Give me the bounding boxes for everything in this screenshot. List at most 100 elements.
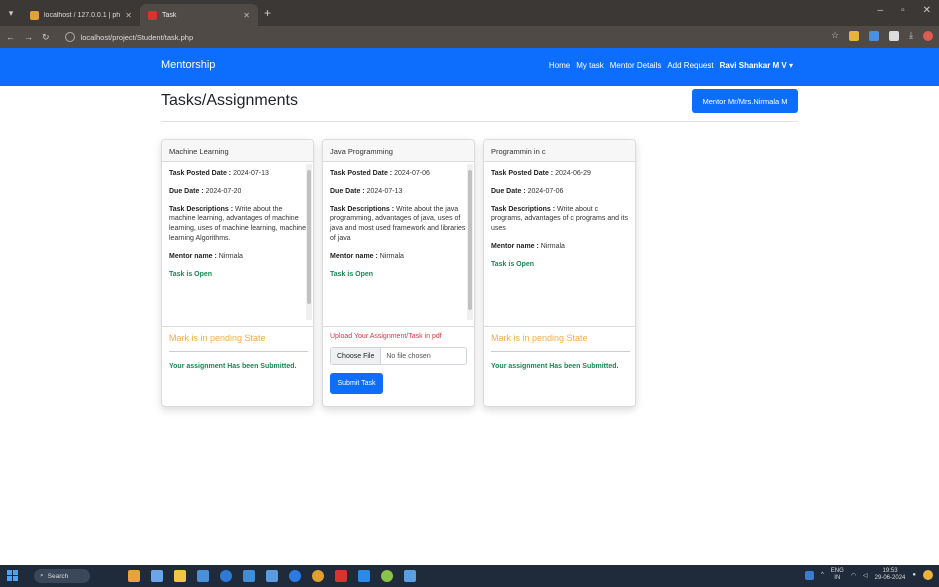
- new-tab-icon[interactable]: +: [264, 6, 271, 20]
- minimize-icon[interactable]: –: [878, 5, 884, 16]
- volume-icon[interactable]: ◁: [863, 572, 868, 579]
- profile-icon[interactable]: [923, 30, 933, 41]
- language-indicator[interactable]: ENG IN: [831, 568, 844, 582]
- user-menu[interactable]: Ravi Shankar M V ▾: [720, 61, 793, 70]
- extension-icon[interactable]: [849, 30, 860, 41]
- browser-tab-task[interactable]: Task ✕: [140, 4, 258, 26]
- nav-links: Home My task Mentor Details Add Request …: [549, 61, 793, 70]
- due-label: Due Date :: [169, 187, 204, 195]
- restore-icon[interactable]: ▫: [901, 5, 905, 16]
- card-body[interactable]: Task Posted Date : 2024-07-13 Due Date :…: [162, 162, 313, 324]
- search-label: Search: [47, 572, 69, 580]
- app-icon[interactable]: [197, 570, 209, 582]
- posted-date: 2024-06-29: [555, 170, 591, 177]
- task-status: Task is Open: [491, 260, 535, 268]
- page-title: Tasks/Assignments: [161, 92, 298, 109]
- app-icon[interactable]: [151, 570, 163, 582]
- tab-title: localhost / 127.0.0.1 | phpMyA: [44, 11, 121, 19]
- app-icon[interactable]: [335, 570, 347, 582]
- app-icon[interactable]: [404, 570, 416, 582]
- mentor-button[interactable]: Mentor Mr/Mrs.Nirmala M: [692, 89, 798, 113]
- reload-icon[interactable]: ↻: [42, 32, 50, 43]
- file-name-text: No file chosen: [386, 352, 431, 360]
- chevron-up-icon[interactable]: ^: [821, 572, 824, 578]
- browser-tab-bar: ▾ localhost / 127.0.0.1 | phpMyA ✕ Task …: [0, 0, 939, 26]
- extension-icon[interactable]: [889, 30, 900, 41]
- windows-start-icon[interactable]: [7, 570, 19, 582]
- user-name: Ravi Shankar M V: [719, 61, 787, 70]
- nav-add-request[interactable]: Add Request: [667, 61, 713, 70]
- due-date: 2024-07-20: [205, 187, 242, 195]
- close-icon[interactable]: ✕: [243, 11, 250, 20]
- system-tray: ^ ENG IN ◠ ◁ 19:53 29-06-2024 ●: [804, 568, 933, 582]
- tab-title: Task: [162, 11, 177, 19]
- site-info-icon[interactable]: [64, 32, 75, 42]
- url-field[interactable]: localhost/project/Student/task.php: [59, 28, 819, 46]
- file-input[interactable]: Choose File No file chosen: [330, 347, 467, 365]
- posted-date: 2024-07-13: [233, 170, 269, 177]
- tab-search-icon[interactable]: ▾: [0, 0, 22, 26]
- lang-text: ENG: [830, 568, 844, 574]
- vscode-icon[interactable]: [358, 570, 370, 582]
- mentor-label: Mentor name :: [491, 242, 539, 250]
- task-favicon-icon: [148, 10, 157, 20]
- submit-task-button[interactable]: Submit Task: [330, 373, 383, 394]
- store-icon[interactable]: [243, 570, 255, 582]
- forward-icon[interactable]: →: [24, 32, 33, 42]
- extension-icons: ☆ ⤓: [831, 30, 933, 41]
- app-icon[interactable]: [289, 570, 301, 582]
- close-icon[interactable]: ✕: [125, 11, 132, 20]
- app-icon[interactable]: [381, 570, 393, 582]
- posted-label: Task Posted Date :: [330, 170, 393, 177]
- notification-icon[interactable]: ●: [912, 572, 916, 578]
- taskbar-apps: [128, 570, 416, 582]
- close-window-icon[interactable]: ✕: [923, 5, 931, 16]
- nav-my-task[interactable]: My task: [576, 61, 604, 70]
- chrome-icon[interactable]: [312, 570, 324, 582]
- scrollbar-thumb[interactable]: [468, 170, 472, 310]
- card-body[interactable]: Task Posted Date : 2024-07-06 Due Date :…: [323, 162, 474, 324]
- choose-file-button[interactable]: Choose File: [331, 348, 382, 364]
- taskbar-search[interactable]: ⌕ Search: [34, 569, 90, 583]
- download-icon[interactable]: ⤓: [909, 30, 913, 41]
- mark-status: Mark is in pending State: [169, 333, 266, 343]
- card-body: Task Posted Date : 2024-06-29 Due Date :…: [484, 162, 635, 324]
- app-icon[interactable]: [266, 570, 278, 582]
- back-icon[interactable]: ←: [6, 32, 15, 42]
- scrollbar[interactable]: [306, 164, 312, 320]
- scrollbar-thumb[interactable]: [307, 170, 311, 304]
- mentor-name: Nirmala: [218, 252, 243, 260]
- browser-tab-phpmyadmin[interactable]: localhost / 127.0.0.1 | phpMyA ✕: [22, 4, 140, 26]
- submission-status: Your assignment Has been Submitted.: [169, 363, 297, 370]
- bookmark-star-icon[interactable]: ☆: [831, 30, 839, 41]
- task-card-machine-learning: Machine Learning Task Posted Date : 2024…: [161, 139, 314, 407]
- phpmyadmin-favicon-icon: [30, 10, 39, 20]
- card-footer: Mark is in pending State Your assignment…: [162, 326, 313, 406]
- submission-status: Your assignment Has been Submitted.: [491, 363, 619, 370]
- app-icon[interactable]: [174, 570, 186, 582]
- windows-taskbar: ⌕ Search ^ ENG IN ◠ ◁ 19:53 29-06-2024 ●: [0, 565, 939, 587]
- tray-app-icon[interactable]: [804, 570, 814, 580]
- card-footer: Mark is in pending State Your assignment…: [484, 326, 635, 406]
- copilot-icon[interactable]: [923, 570, 933, 581]
- brand[interactable]: Mentorship: [161, 59, 215, 71]
- desc-label: Task Descriptions :: [169, 205, 234, 213]
- window-controls: – ▫ ✕: [878, 5, 932, 16]
- card-title: Java Programming: [323, 140, 474, 162]
- wifi-icon[interactable]: ◠: [851, 572, 856, 579]
- card-title: Programmin in c: [484, 140, 635, 162]
- posted-label: Task Posted Date :: [169, 170, 232, 177]
- nav-mentor-details[interactable]: Mentor Details: [610, 61, 662, 70]
- edge-icon[interactable]: [220, 570, 232, 582]
- task-status: Task is Open: [169, 270, 213, 278]
- task-card-programmin-in-c: Programmin in c Task Posted Date : 2024-…: [483, 139, 636, 407]
- clock[interactable]: 19:53 29-06-2024: [875, 568, 906, 582]
- due-date: 2024-07-13: [366, 187, 403, 195]
- task-status: Task is Open: [330, 270, 374, 278]
- extension-icon[interactable]: [869, 30, 880, 41]
- date-text: 29-06-2024: [874, 575, 906, 582]
- nav-home[interactable]: Home: [549, 61, 570, 70]
- scrollbar[interactable]: [467, 164, 473, 320]
- app-icon[interactable]: [128, 570, 140, 582]
- mentor-name: Nirmala: [379, 252, 404, 260]
